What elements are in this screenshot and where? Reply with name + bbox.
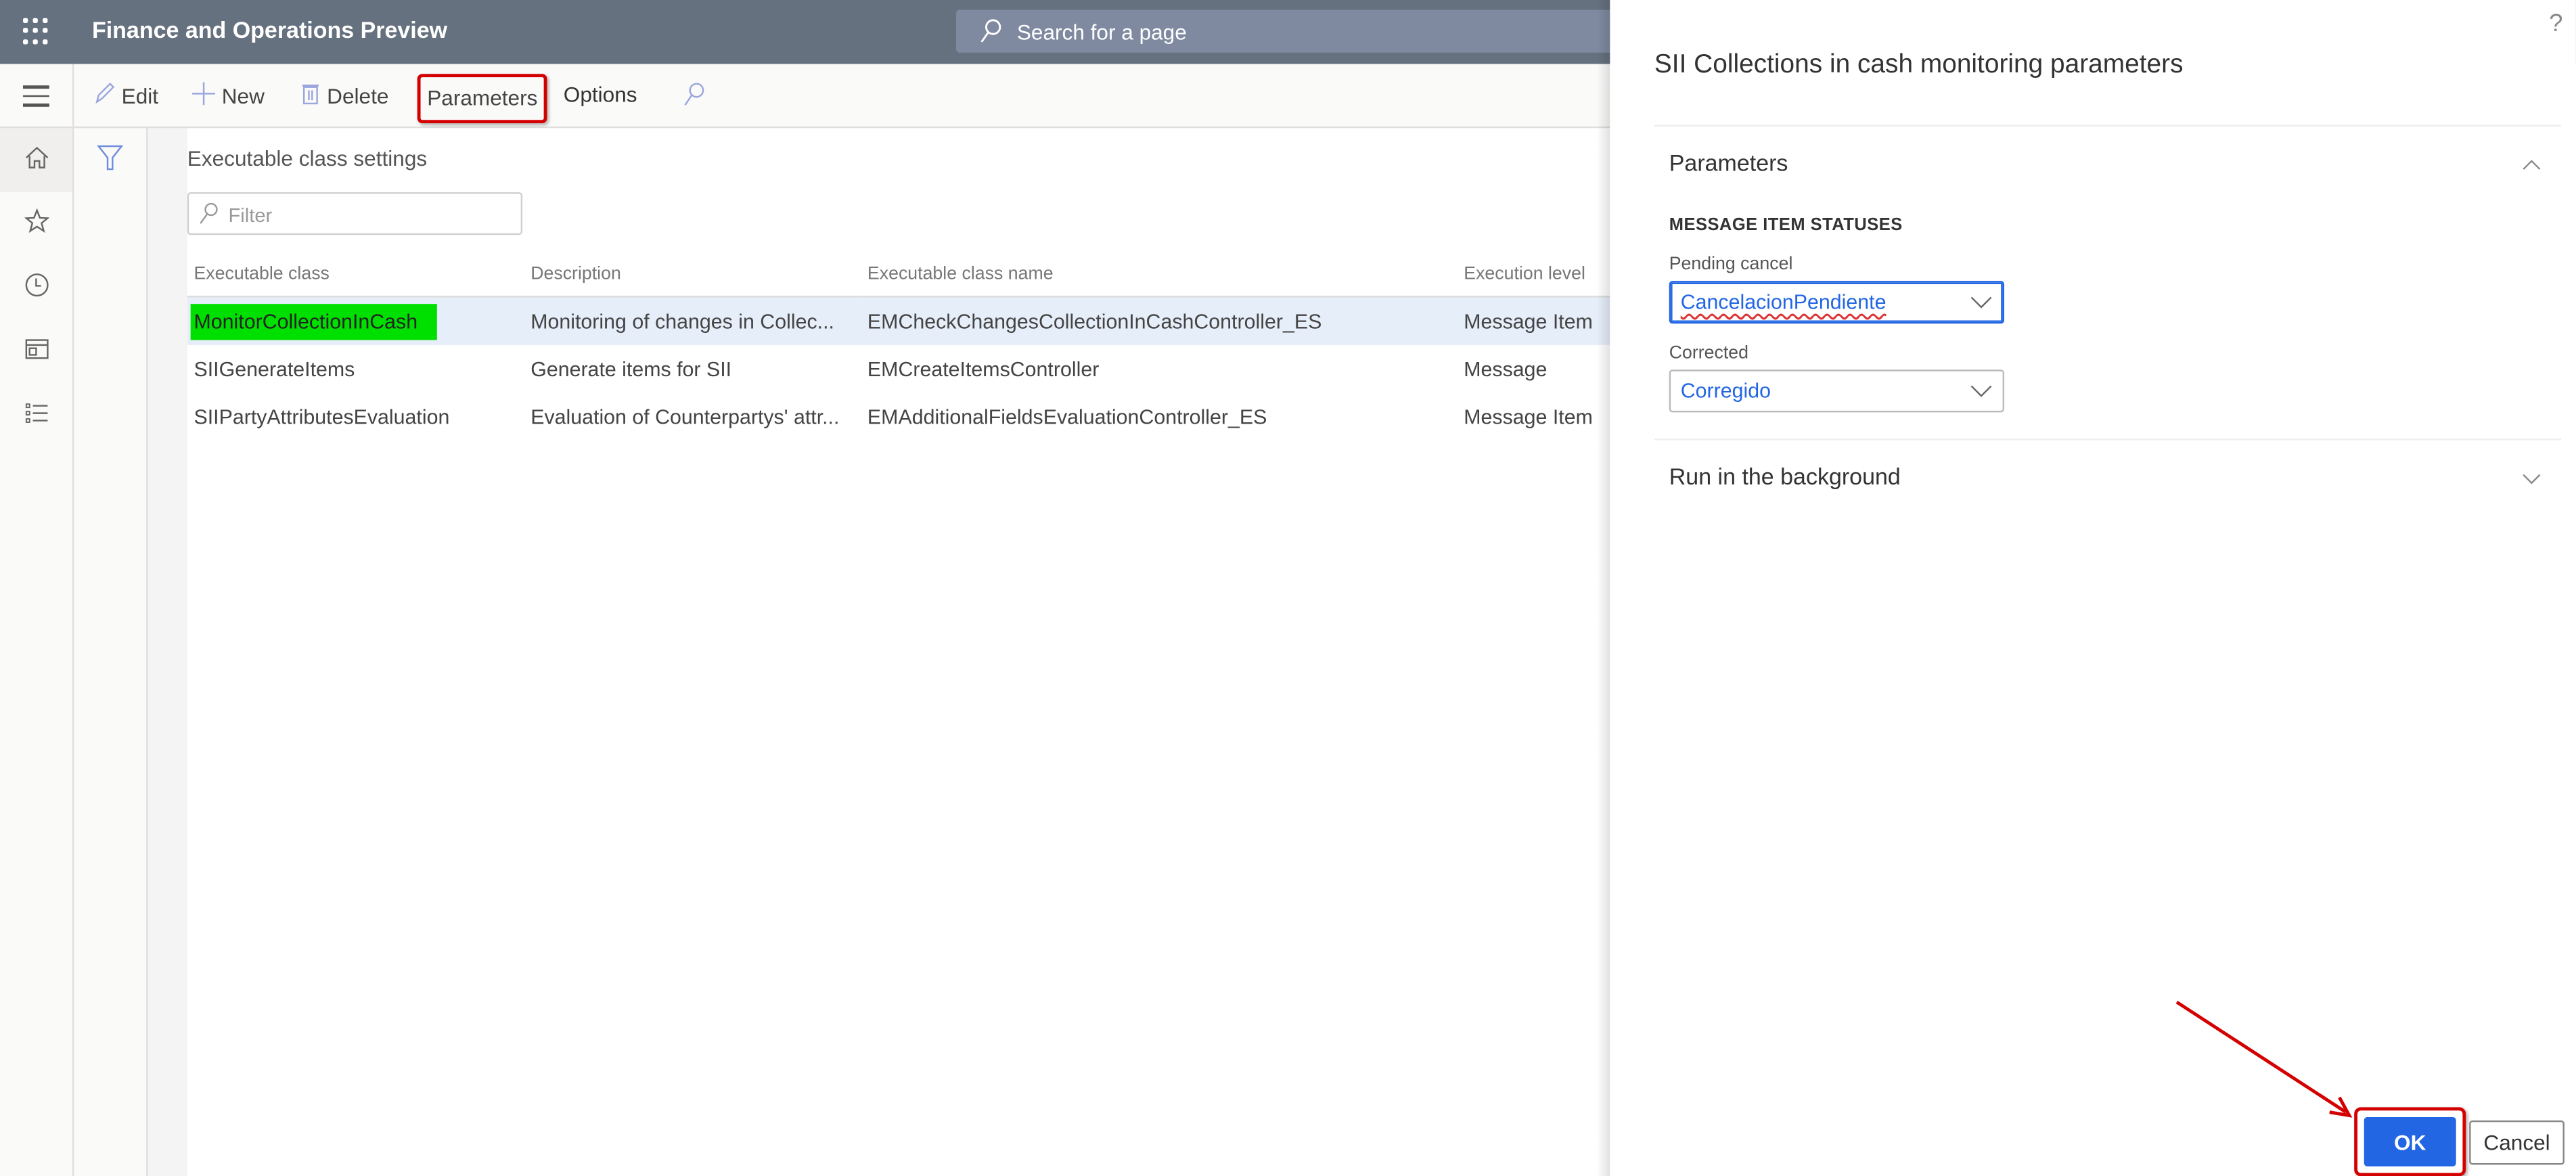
nav-recent[interactable] [0, 256, 72, 321]
options-button[interactable]: Options [564, 82, 637, 106]
help-icon[interactable]: ? [2549, 10, 2562, 38]
search-icon [199, 202, 219, 233]
corrected-dropdown[interactable]: Corregido [1669, 369, 2005, 413]
dialog-title: SII Collections in cash monitoring param… [1654, 51, 2184, 79]
section-title: Executable class settings [187, 146, 428, 171]
hamburger-menu-icon[interactable] [22, 85, 49, 112]
table-row[interactable]: MonitorCollectionInCash Monitoring of ch… [187, 296, 1617, 345]
cell-class-name[interactable]: EMAdditionalFieldsEvaluationController_E… [861, 392, 1457, 440]
table-row[interactable]: SIIPartyAttributesEvaluation Evaluation … [187, 392, 1617, 440]
fasttab-background-header[interactable]: Run in the background [1654, 440, 2561, 513]
chevron-down-icon [1970, 380, 1993, 409]
nav-home[interactable] [0, 128, 72, 193]
left-navigation [0, 128, 72, 448]
fasttab-run-in-background: Run in the background [1654, 438, 2562, 513]
cell-executable-class[interactable]: SIIPartyAttributesEvaluation [187, 392, 524, 440]
corrected-value: Corregido [1680, 379, 1771, 403]
cell-class-name[interactable]: EMCreateItemsController [861, 345, 1457, 392]
list-icon [24, 403, 48, 430]
edit-label: Edit [121, 83, 159, 109]
app-title: Finance and Operations Preview [91, 16, 448, 43]
page-search-input[interactable]: Search for a page [956, 9, 1614, 53]
delete-button[interactable]: Delete [300, 82, 388, 110]
fasttab-background-label: Run in the background [1669, 463, 1901, 490]
column-header-class-name[interactable]: Executable class name [861, 251, 1458, 298]
cancel-button[interactable]: Cancel [2469, 1120, 2564, 1165]
chevron-down-icon [1970, 291, 1993, 321]
cell-class-name[interactable]: EMCheckChangesCollectionInCashController… [861, 296, 1458, 345]
star-icon [23, 208, 49, 240]
fasttab-parameters: Parameters [1654, 125, 2562, 199]
filter-icon[interactable] [97, 145, 124, 179]
cell-execution-level[interactable]: Message Item [1458, 392, 1617, 440]
pencil-icon [93, 82, 115, 110]
executable-class-grid: Executable class Description Executable … [187, 251, 1617, 440]
parameters-dialog: ? SII Collections in cash monitoring par… [1610, 0, 2576, 1176]
grid-filter-input[interactable]: Filter [187, 192, 523, 235]
app-launcher-icon[interactable] [22, 18, 49, 45]
cell-description[interactable]: Generate items for SII [524, 345, 861, 392]
table-row[interactable]: SIIGenerateItems Generate items for SII … [187, 345, 1617, 392]
group-label: MESSAGE ITEM STATUSES [1669, 215, 1903, 235]
edit-button[interactable]: Edit [93, 82, 158, 110]
cell-description[interactable]: Monitoring of changes in Collec... [524, 296, 861, 345]
parameters-button[interactable]: Parameters [417, 74, 547, 124]
search-placeholder: Search for a page [1016, 20, 1187, 45]
new-button[interactable]: New [192, 82, 265, 110]
cell-execution-level[interactable]: Message Item [1457, 296, 1617, 345]
filter-pane [74, 128, 148, 1176]
annotation-arrow-icon [2175, 1000, 2353, 1118]
column-header-execution-level[interactable]: Execution level [1457, 251, 1617, 298]
column-header-description[interactable]: Description [524, 251, 861, 298]
chevron-down-icon [2522, 463, 2541, 490]
column-header-executable-class[interactable]: Executable class [187, 251, 524, 298]
cell-executable-class[interactable]: SIIGenerateItems [187, 345, 524, 392]
pending-cancel-label: Pending cancel [1669, 254, 1793, 275]
grid-header-row: Executable class Description Executable … [187, 251, 1617, 298]
parameters-label: Parameters [427, 85, 538, 110]
cell-description[interactable]: Evaluation of Counterpartys' attr... [524, 392, 861, 440]
nav-favorites[interactable] [0, 192, 72, 256]
nav-workspaces[interactable] [0, 320, 72, 384]
search-icon [683, 82, 705, 112]
corrected-label: Corrected [1669, 343, 1749, 363]
highlighted-cell: MonitorCollectionInCash [190, 302, 438, 340]
panel-shadow [1596, 0, 1610, 1176]
pending-cancel-dropdown[interactable]: CancelacionPendiente [1669, 281, 2005, 324]
plus-icon [192, 82, 216, 110]
clock-icon [24, 273, 48, 304]
fasttab-parameters-label: Parameters [1669, 149, 1788, 176]
nav-modules[interactable] [0, 384, 72, 449]
toolbar-search-button[interactable] [683, 82, 705, 112]
trash-icon [300, 82, 320, 110]
pending-cancel-value: CancelacionPendiente [1680, 290, 1886, 314]
chevron-up-icon [2522, 150, 2541, 176]
cell-executable-class[interactable]: MonitorCollectionInCash [187, 296, 524, 345]
home-icon [24, 145, 48, 175]
delete-label: Delete [327, 83, 389, 109]
filter-placeholder: Filter [228, 204, 273, 227]
new-label: New [221, 83, 265, 109]
ok-button[interactable]: OK [2364, 1116, 2456, 1167]
workspace-icon [24, 338, 48, 366]
cell-execution-level[interactable]: Message [1458, 345, 1617, 392]
options-label: Options [563, 82, 637, 107]
fasttab-parameters-header[interactable]: Parameters [1654, 127, 2561, 199]
search-icon [979, 18, 1002, 53]
